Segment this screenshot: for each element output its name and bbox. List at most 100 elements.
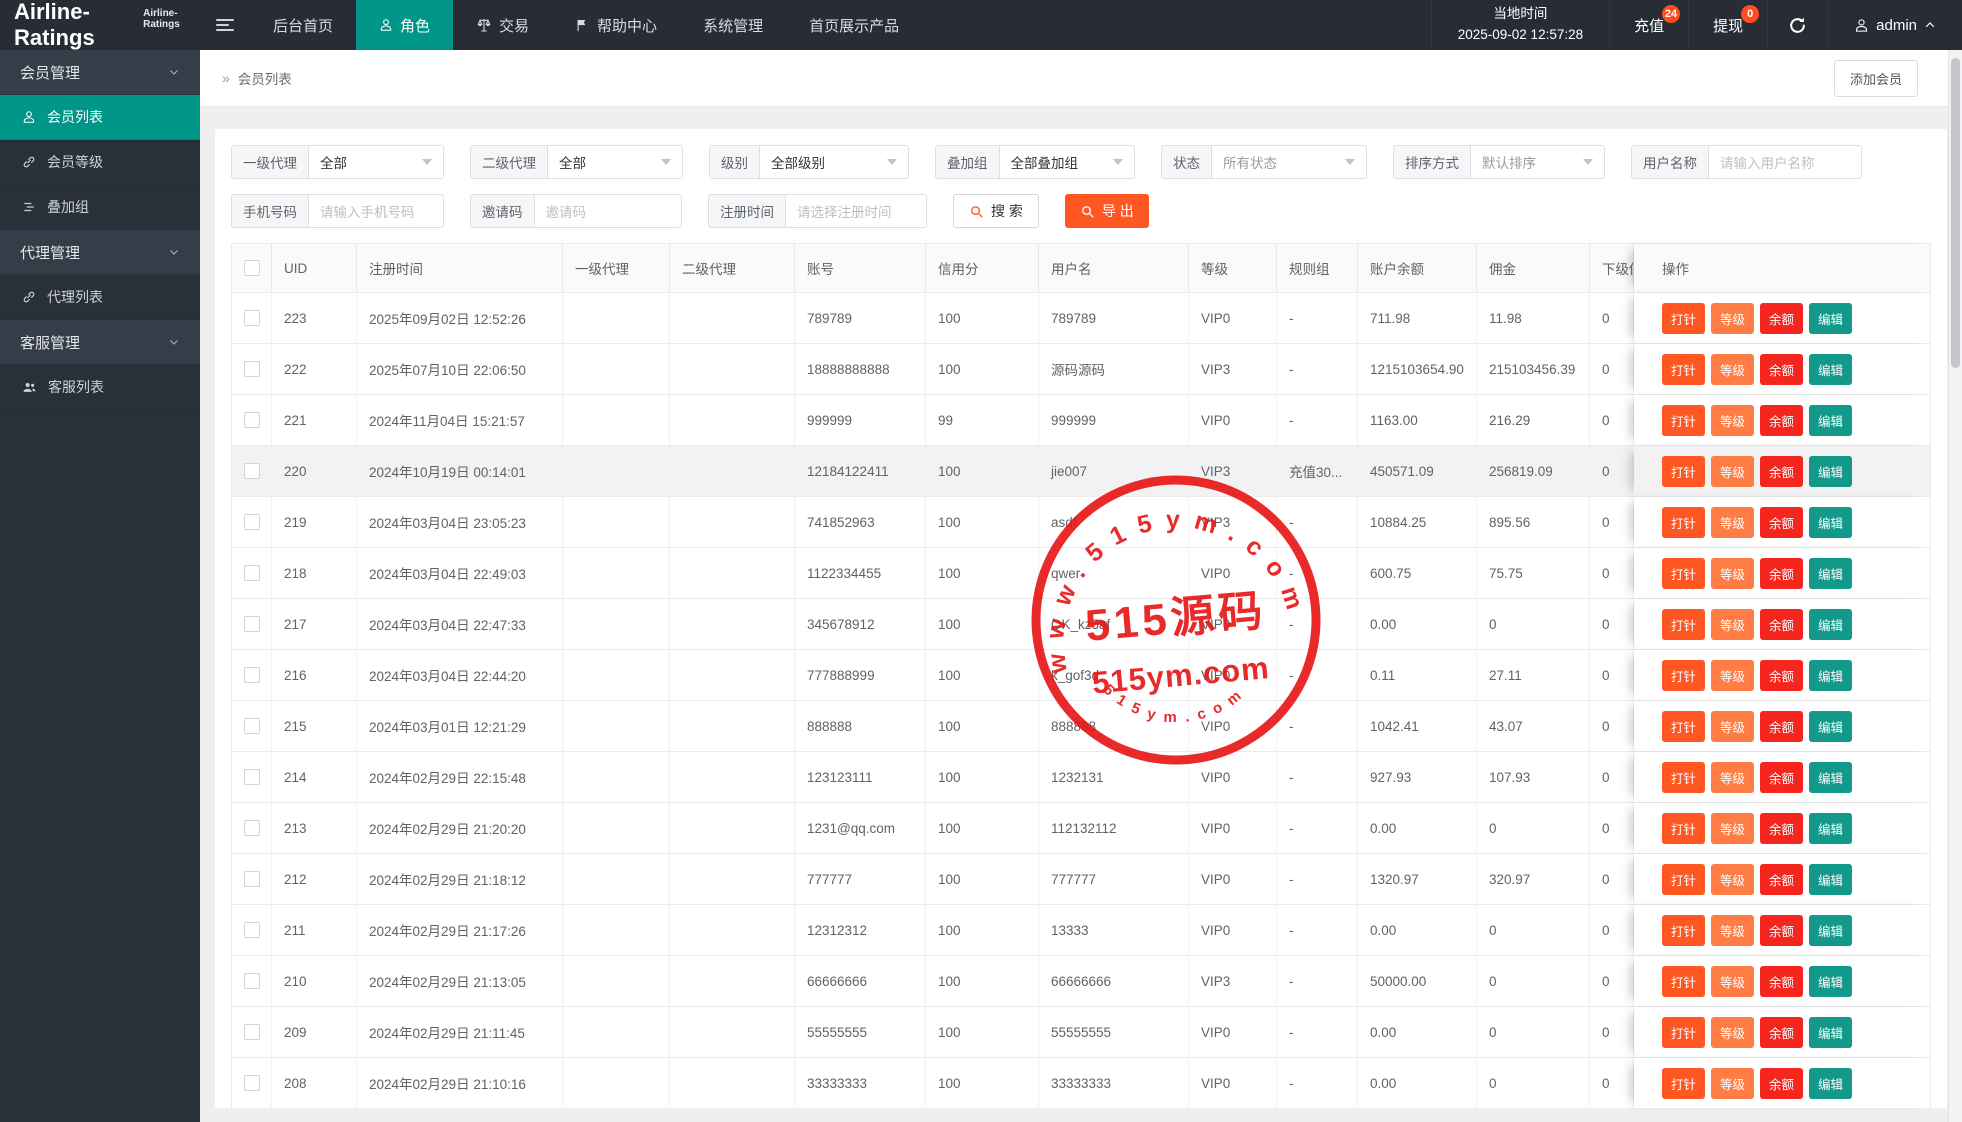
action-button-等级[interactable]: 等级: [1711, 1068, 1754, 1099]
action-button-等级[interactable]: 等级: [1711, 456, 1754, 487]
action-button-等级[interactable]: 等级: [1711, 507, 1754, 538]
action-button-打针[interactable]: 打针: [1662, 303, 1705, 334]
action-button-编辑[interactable]: 编辑: [1809, 456, 1852, 487]
sidebar-group-header[interactable]: 客服管理: [0, 320, 200, 365]
action-button-余额[interactable]: 余额: [1760, 660, 1803, 691]
action-button-等级[interactable]: 等级: [1711, 966, 1754, 997]
action-button-等级[interactable]: 等级: [1711, 1017, 1754, 1048]
admin-menu[interactable]: admin: [1827, 0, 1962, 50]
sidebar-item-客服列表[interactable]: 客服列表: [0, 365, 200, 410]
action-button-打针[interactable]: 打针: [1662, 813, 1705, 844]
action-button-余额[interactable]: 余额: [1760, 558, 1803, 589]
row-checkbox[interactable]: [244, 412, 260, 428]
row-checkbox[interactable]: [244, 820, 260, 836]
sidebar-item-叠加组[interactable]: 叠加组: [0, 185, 200, 230]
action-button-余额[interactable]: 余额: [1760, 813, 1803, 844]
action-button-打针[interactable]: 打针: [1662, 558, 1705, 589]
action-button-余额[interactable]: 余额: [1760, 864, 1803, 895]
filter-value[interactable]: 全部级别: [760, 146, 908, 178]
action-button-等级[interactable]: 等级: [1711, 609, 1754, 640]
action-button-余额[interactable]: 余额: [1760, 456, 1803, 487]
action-button-编辑[interactable]: 编辑: [1809, 660, 1852, 691]
sidebar-group-header[interactable]: 代理管理: [0, 230, 200, 275]
action-button-编辑[interactable]: 编辑: [1809, 864, 1852, 895]
recharge-button[interactable]: 充值 24: [1609, 0, 1688, 50]
row-checkbox[interactable]: [244, 922, 260, 938]
action-button-编辑[interactable]: 编辑: [1809, 813, 1852, 844]
row-checkbox[interactable]: [244, 565, 260, 581]
action-button-编辑[interactable]: 编辑: [1809, 507, 1852, 538]
action-button-等级[interactable]: 等级: [1711, 864, 1754, 895]
row-checkbox[interactable]: [244, 616, 260, 632]
row-checkbox[interactable]: [244, 361, 260, 377]
filter-field[interactable]: 请输入手机号码: [309, 195, 443, 227]
filter-value[interactable]: 默认排序: [1471, 146, 1604, 178]
action-button-等级[interactable]: 等级: [1711, 405, 1754, 436]
filter-field[interactable]: 请选择注册时间: [786, 195, 926, 227]
filter-field[interactable]: 邀请码: [535, 195, 682, 227]
action-button-打针[interactable]: 打针: [1662, 507, 1705, 538]
row-checkbox[interactable]: [244, 871, 260, 887]
action-button-打针[interactable]: 打针: [1662, 660, 1705, 691]
action-button-打针[interactable]: 打针: [1662, 609, 1705, 640]
withdraw-button[interactable]: 提现 0: [1688, 0, 1767, 50]
row-checkbox[interactable]: [244, 463, 260, 479]
action-button-打针[interactable]: 打针: [1662, 762, 1705, 793]
nav-item[interactable]: 首页展示产品: [786, 0, 922, 50]
action-button-等级[interactable]: 等级: [1711, 915, 1754, 946]
action-button-余额[interactable]: 余额: [1760, 507, 1803, 538]
action-button-打针[interactable]: 打针: [1662, 1068, 1705, 1099]
action-button-等级[interactable]: 等级: [1711, 303, 1754, 334]
sidebar-group-header[interactable]: 会员管理: [0, 50, 200, 95]
action-button-余额[interactable]: 余额: [1760, 1068, 1803, 1099]
row-checkbox[interactable]: [244, 973, 260, 989]
action-button-等级[interactable]: 等级: [1711, 558, 1754, 589]
row-checkbox[interactable]: [244, 769, 260, 785]
action-button-余额[interactable]: 余额: [1760, 711, 1803, 742]
action-button-打针[interactable]: 打针: [1662, 966, 1705, 997]
action-button-打针[interactable]: 打针: [1662, 864, 1705, 895]
action-button-编辑[interactable]: 编辑: [1809, 915, 1852, 946]
sidebar-item-会员列表[interactable]: 会员列表: [0, 95, 200, 140]
action-button-余额[interactable]: 余额: [1760, 303, 1803, 334]
action-button-编辑[interactable]: 编辑: [1809, 558, 1852, 589]
action-button-打针[interactable]: 打针: [1662, 354, 1705, 385]
action-button-等级[interactable]: 等级: [1711, 354, 1754, 385]
row-checkbox[interactable]: [244, 1075, 260, 1091]
row-checkbox[interactable]: [244, 310, 260, 326]
nav-item[interactable]: 系统管理: [680, 0, 786, 50]
filter-value[interactable]: 所有状态: [1212, 146, 1366, 178]
action-button-编辑[interactable]: 编辑: [1809, 966, 1852, 997]
action-button-打针[interactable]: 打针: [1662, 915, 1705, 946]
sidebar-item-代理列表[interactable]: 代理列表: [0, 275, 200, 320]
search-button[interactable]: 搜 索: [953, 194, 1039, 228]
action-button-编辑[interactable]: 编辑: [1809, 405, 1852, 436]
action-button-余额[interactable]: 余额: [1760, 354, 1803, 385]
action-button-编辑[interactable]: 编辑: [1809, 1068, 1852, 1099]
filter-value[interactable]: 全部: [548, 146, 682, 178]
action-button-打针[interactable]: 打针: [1662, 405, 1705, 436]
refresh-button[interactable]: [1767, 0, 1827, 50]
action-button-余额[interactable]: 余额: [1760, 405, 1803, 436]
action-button-编辑[interactable]: 编辑: [1809, 762, 1852, 793]
nav-item[interactable]: 交易: [453, 0, 552, 50]
action-button-余额[interactable]: 余额: [1760, 966, 1803, 997]
action-button-余额[interactable]: 余额: [1760, 609, 1803, 640]
action-button-等级[interactable]: 等级: [1711, 813, 1754, 844]
action-button-等级[interactable]: 等级: [1711, 660, 1754, 691]
row-checkbox[interactable]: [244, 1024, 260, 1040]
action-button-等级[interactable]: 等级: [1711, 762, 1754, 793]
action-button-编辑[interactable]: 编辑: [1809, 711, 1852, 742]
action-button-打针[interactable]: 打针: [1662, 711, 1705, 742]
select-all-checkbox[interactable]: [244, 260, 260, 276]
filter-value[interactable]: 全部: [309, 146, 443, 178]
action-button-余额[interactable]: 余额: [1760, 762, 1803, 793]
filter-value[interactable]: 全部叠加组: [1000, 146, 1135, 178]
action-button-打针[interactable]: 打针: [1662, 456, 1705, 487]
row-checkbox[interactable]: [244, 718, 260, 734]
action-button-等级[interactable]: 等级: [1711, 711, 1754, 742]
action-button-余额[interactable]: 余额: [1760, 915, 1803, 946]
row-checkbox[interactable]: [244, 514, 260, 530]
action-button-打针[interactable]: 打针: [1662, 1017, 1705, 1048]
sidebar-toggle-button[interactable]: [200, 0, 250, 50]
